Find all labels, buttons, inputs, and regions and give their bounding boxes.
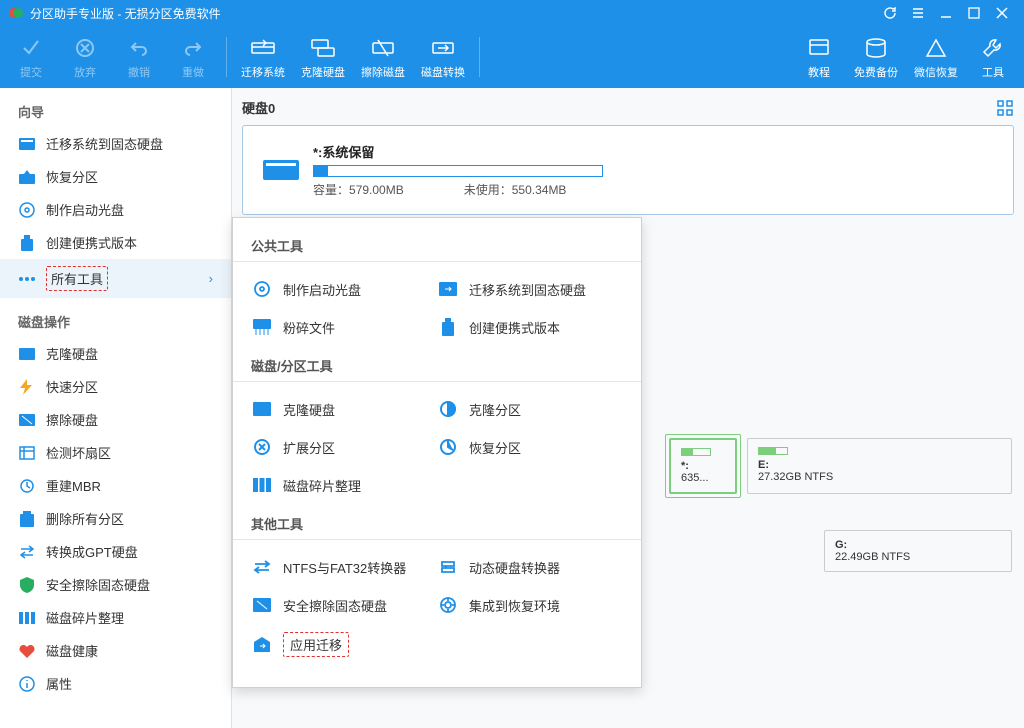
popup-section-public: 公共工具	[233, 230, 641, 262]
sidebar-item-convert-gpt[interactable]: 转换成GPT硬盘	[0, 535, 231, 568]
popup-item-extend-partition[interactable]: 扩展分区	[251, 428, 437, 466]
undo-button: 撤销	[112, 30, 166, 84]
sidebar-item-quick-partition[interactable]: 快速分区	[0, 370, 231, 403]
sidebar-item-migrate-ssd[interactable]: 迁移系统到固态硬盘	[0, 127, 231, 160]
sidebar-item-defrag[interactable]: 磁盘碎片整理	[0, 601, 231, 634]
minimize-icon[interactable]	[932, 1, 960, 25]
popup-item-secure-erase[interactable]: 安全擦除固态硬盘	[251, 586, 437, 624]
popup-item-portable[interactable]: 创建便携式版本	[437, 308, 623, 346]
close-icon[interactable]	[988, 1, 1016, 25]
popup-item-boot-disc[interactable]: 制作启动光盘	[251, 270, 437, 308]
titlebar: 分区助手专业版 - 无损分区免费软件	[0, 0, 1024, 26]
redo-button: 重做	[166, 30, 220, 84]
toolbar: 提交 放弃 撤销 重做 迁移系统 克隆硬盘 擦除磁盘 磁盘转换 教程 免费备份 …	[0, 26, 1024, 88]
partition-row-1: *: 635... E: 27.32GB NTFS	[669, 438, 1012, 494]
clone-disk-button[interactable]: 克隆硬盘	[293, 30, 353, 84]
diskops-header: 磁盘操作	[0, 306, 231, 337]
popup-item-shred[interactable]: 粉碎文件	[251, 308, 437, 346]
backup-button[interactable]: 免费备份	[846, 30, 906, 84]
popup-item-recover-partition[interactable]: 恢复分区	[437, 428, 623, 466]
menu-icon[interactable]	[904, 1, 932, 25]
sidebar-item-boot-disc[interactable]: 制作启动光盘	[0, 193, 231, 226]
partition-row-2: G: 22.49GB NTFS	[669, 530, 1012, 572]
popup-item-clone-partition[interactable]: 克隆分区	[437, 390, 623, 428]
sidebar-item-properties[interactable]: 属性	[0, 667, 231, 700]
sidebar-item-bad-sector[interactable]: 检测坏扇区	[0, 436, 231, 469]
popup-section-other: 其他工具	[233, 508, 641, 540]
window-title: 分区助手专业版 - 无损分区免费软件	[30, 5, 221, 22]
app-logo-icon	[8, 5, 24, 21]
partition-name: *:系统保留	[313, 142, 993, 161]
partition-box[interactable]: *: 635...	[669, 438, 737, 494]
popup-section-disk: 磁盘/分区工具	[233, 350, 641, 382]
popup-item-integrate-recovery[interactable]: 集成到恢复环境	[437, 586, 623, 624]
sidebar-item-wipe-disk[interactable]: 擦除硬盘	[0, 403, 231, 436]
all-tools-popup: 公共工具 制作启动光盘 迁移系统到固态硬盘 粉碎文件 创建便携式版本 磁盘/分区…	[232, 217, 642, 688]
migrate-os-button[interactable]: 迁移系统	[233, 30, 293, 84]
popup-item-defrag[interactable]: 磁盘碎片整理	[251, 466, 437, 504]
popup-item-migrate-ssd[interactable]: 迁移系统到固态硬盘	[437, 270, 623, 308]
submit-button: 提交	[4, 30, 58, 84]
popup-item-ntfs-fat32[interactable]: NTFS与FAT32转换器	[251, 548, 437, 586]
popup-item-clone-disk[interactable]: 克隆硬盘	[251, 390, 437, 428]
popup-item-dynamic-convert[interactable]: 动态硬盘转换器	[437, 548, 623, 586]
usage-bar	[313, 165, 603, 177]
maximize-icon[interactable]	[960, 1, 988, 25]
recover-icon	[18, 168, 36, 186]
sidebar-item-clone-disk[interactable]: 克隆硬盘	[0, 337, 231, 370]
partition-box[interactable]: G: 22.49GB NTFS	[824, 530, 1012, 572]
sidebar-item-all-tools[interactable]: 所有工具›	[0, 259, 231, 298]
tools-button[interactable]: 工具	[966, 30, 1020, 84]
sidebar-item-disk-health[interactable]: 磁盘健康	[0, 634, 231, 667]
disk-title: 硬盘0	[242, 98, 1014, 117]
dots-icon	[18, 270, 36, 288]
sidebar-item-rebuild-mbr[interactable]: 重建MBR	[0, 469, 231, 502]
sidebar-item-secure-erase-ssd[interactable]: 安全擦除固态硬盘	[0, 568, 231, 601]
popup-item-app-migrate[interactable]: 应用迁移	[251, 624, 437, 665]
sidebar: 向导 迁移系统到固态硬盘 恢复分区 制作启动光盘 创建便携式版本 所有工具› 磁…	[0, 88, 232, 728]
partition-box[interactable]: E: 27.32GB NTFS	[747, 438, 1012, 494]
refresh-icon[interactable]	[876, 1, 904, 25]
wechat-recover-button[interactable]: 微信恢复	[906, 30, 966, 84]
disc-icon	[18, 201, 36, 219]
hdd-icon	[263, 158, 299, 182]
wizard-header: 向导	[0, 96, 231, 127]
sidebar-item-delete-all[interactable]: 删除所有分区	[0, 502, 231, 535]
partition-card[interactable]: *:系统保留 容量：579.00MB 未使用：550.34MB	[242, 125, 1014, 215]
chevron-right-icon: ›	[209, 271, 213, 286]
tutorial-button[interactable]: 教程	[792, 30, 846, 84]
wipe-disk-button[interactable]: 擦除磁盘	[353, 30, 413, 84]
convert-disk-button[interactable]: 磁盘转换	[413, 30, 473, 84]
sidebar-item-portable[interactable]: 创建便携式版本	[0, 226, 231, 259]
ssd-migrate-icon	[18, 135, 36, 153]
usb-icon	[18, 234, 36, 252]
grid-view-icon[interactable]	[996, 99, 1014, 117]
discard-button: 放弃	[58, 30, 112, 84]
sidebar-item-recover-partition[interactable]: 恢复分区	[0, 160, 231, 193]
